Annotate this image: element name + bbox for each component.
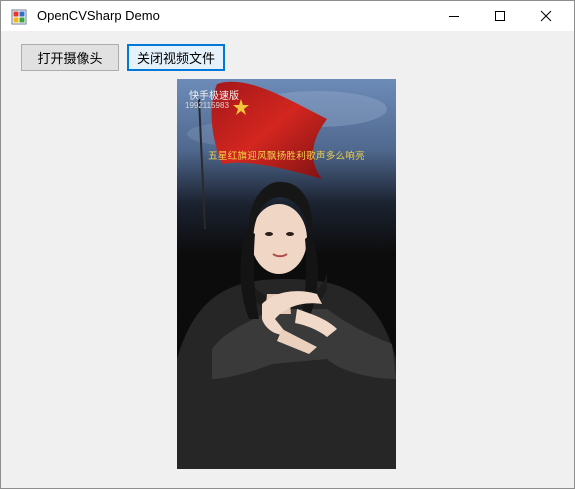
maximize-button[interactable] (477, 1, 523, 31)
video-frame: 快手极速版 1992115983 五星红旗迎风飘扬胜利歌声多么响亮 (177, 79, 396, 469)
video-subtitle: 五星红旗迎风飘扬胜利歌声多么响亮 (208, 151, 365, 162)
close-video-file-button[interactable]: 关闭视频文件 (127, 44, 225, 71)
close-button[interactable] (523, 1, 569, 31)
maximize-icon (495, 11, 505, 21)
video-frame-image (177, 79, 396, 469)
close-icon (540, 10, 552, 22)
app-icon (11, 9, 27, 25)
video-watermark-app: 快手极速版 (189, 91, 239, 102)
open-camera-button[interactable]: 打开摄像头 (21, 44, 119, 71)
minimize-icon (449, 16, 459, 17)
app-window: OpenCVSharp Demo 打开摄像头 关闭视频文件 快手极速版 1992… (0, 0, 575, 489)
minimize-button[interactable] (431, 1, 477, 31)
video-watermark-id: 1992115983 (185, 101, 229, 110)
title-bar[interactable]: OpenCVSharp Demo (1, 1, 574, 31)
window-title: OpenCVSharp Demo (37, 8, 160, 23)
